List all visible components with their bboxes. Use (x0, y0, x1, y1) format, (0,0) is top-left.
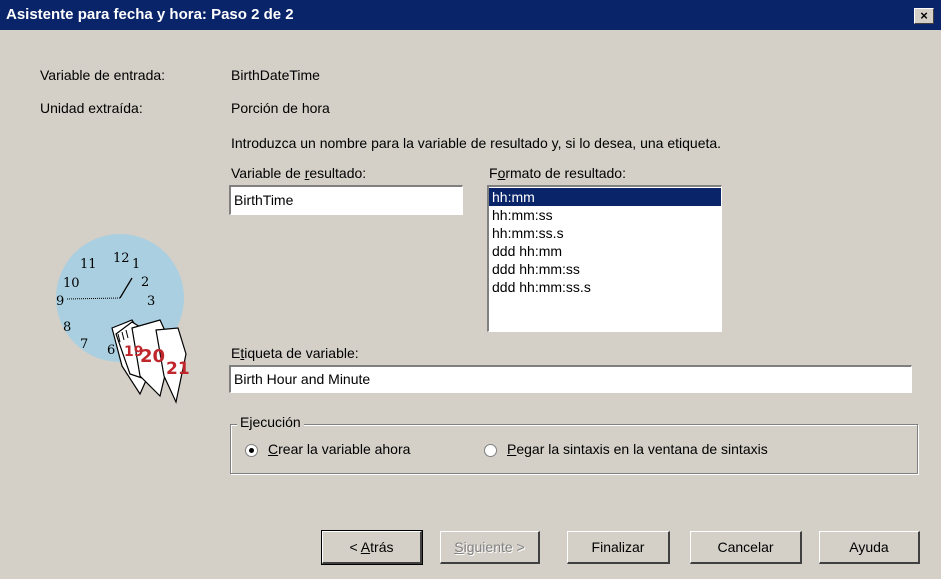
calendar-page-20: 20 (140, 346, 165, 367)
window-title: Asistente para fecha y hora: Paso 2 de 2 (6, 6, 294, 23)
result-variable-label: Variable de resultado: (231, 165, 367, 181)
close-icon: × (920, 8, 928, 23)
title-bar: Asistente para fecha y hora: Paso 2 de 2… (0, 0, 941, 30)
next-button[interactable]: Siguiente > (440, 531, 540, 564)
clock-number-10: 10 (63, 276, 80, 291)
execution-group-legend: Ejecución (237, 414, 304, 430)
result-variable-input[interactable]: BirthTime (229, 185, 463, 215)
input-variable-label: Variable de entrada: (40, 67, 166, 83)
help-button[interactable]: Ayuda (819, 531, 920, 564)
format-option-hh-mm-ss[interactable]: hh:mm:ss (489, 206, 721, 224)
result-format-list[interactable]: hh:mm hh:mm:ss hh:mm:ss.s ddd hh:mm ddd … (487, 185, 722, 332)
clock-number-6: 6 (107, 343, 115, 358)
unit-extracted-label: Unidad extraída: (40, 100, 143, 116)
clock-number-12: 12 (113, 251, 130, 266)
clock-number-9: 9 (56, 294, 64, 309)
format-option-hh-mm[interactable]: hh:mm (489, 188, 721, 206)
calendar-pages: 19 20 21 (111, 319, 190, 404)
clock-calendar-icon: 12 1 2 3 11 10 9 8 7 6 19 20 21 (56, 234, 190, 404)
create-variable-label[interactable]: Crear la variable ahora (268, 441, 410, 457)
format-option-ddd-hh-mm-ss-s[interactable]: ddd hh:mm:ss.s (489, 278, 721, 296)
paste-syntax-radio[interactable] (484, 444, 497, 457)
clock-number-11: 11 (80, 257, 97, 272)
result-format-label: Formato de resultado: (489, 165, 626, 181)
result-variable-value: BirthTime (234, 192, 294, 208)
clock-number-8: 8 (63, 320, 71, 335)
variable-label-value: Birth Hour and Minute (234, 371, 371, 387)
close-button[interactable]: × (914, 8, 934, 24)
variable-label-input[interactable]: Birth Hour and Minute (229, 365, 912, 393)
calendar-page-21: 21 (166, 359, 190, 379)
format-option-hh-mm-ss-s[interactable]: hh:mm:ss.s (489, 224, 721, 242)
cancel-button[interactable]: Cancelar (690, 531, 802, 564)
finish-button[interactable]: Finalizar (567, 531, 670, 564)
variable-label-label: Etiqueta de variable: (231, 345, 359, 361)
radio-selected-dot (249, 448, 254, 453)
create-variable-radio[interactable] (245, 444, 258, 457)
input-variable-value: BirthDateTime (231, 67, 320, 83)
clock-number-1: 1 (132, 257, 140, 272)
back-button[interactable]: < Atrás (321, 530, 423, 565)
clock-number-3: 3 (147, 294, 155, 309)
clock-number-7: 7 (80, 337, 88, 352)
clock-number-2: 2 (141, 275, 149, 290)
instructions-text: Introduzca un nombre para la variable de… (231, 135, 722, 151)
unit-extracted-value: Porción de hora (231, 100, 330, 116)
format-option-ddd-hh-mm[interactable]: ddd hh:mm (489, 242, 721, 260)
paste-syntax-label[interactable]: Pegar la sintaxis en la ventana de sinta… (507, 441, 768, 457)
format-option-ddd-hh-mm-ss[interactable]: ddd hh:mm:ss (489, 260, 721, 278)
